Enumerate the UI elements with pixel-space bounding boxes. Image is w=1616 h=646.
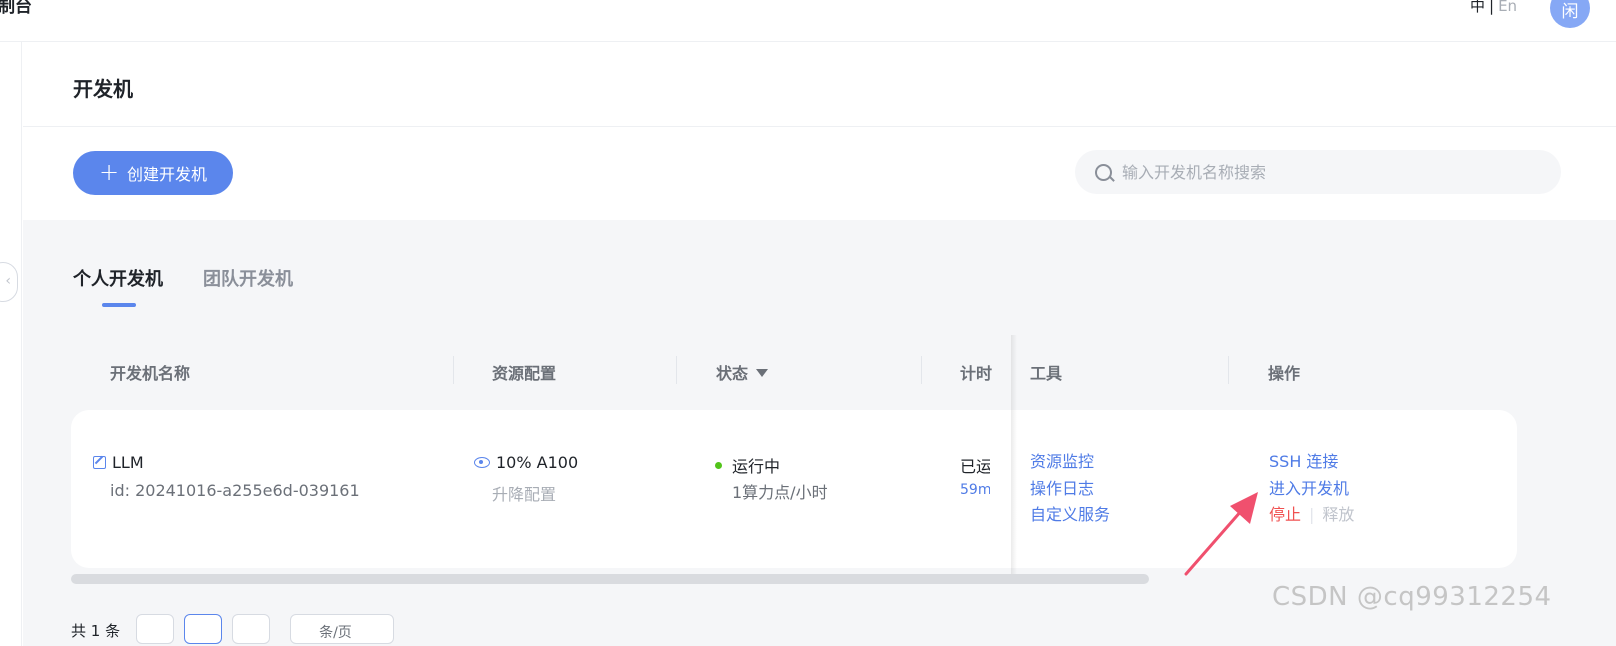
- column-divider[interactable]: [1228, 356, 1229, 384]
- lang-separator: |: [1489, 0, 1495, 15]
- page-header: 开发机: [23, 43, 1616, 127]
- column-divider[interactable]: [453, 356, 454, 384]
- horizontal-scrollbar[interactable]: [71, 574, 1149, 584]
- actions-cell: SSH 连接 进入开发机 停止 | 释放: [1269, 449, 1354, 529]
- edit-icon[interactable]: [93, 456, 106, 469]
- user-avatar[interactable]: 闲: [1550, 0, 1590, 28]
- operation-log-link[interactable]: 操作日志: [1030, 476, 1110, 503]
- page-title: 开发机: [73, 77, 133, 101]
- left-sidebar: [0, 42, 22, 646]
- enter-devbox-link[interactable]: 进入开发机: [1269, 476, 1354, 503]
- resource-monitor-link[interactable]: 资源监控: [1030, 449, 1110, 476]
- pagination: 共 1 条 条/页: [71, 614, 395, 644]
- page-1-button[interactable]: [184, 614, 223, 644]
- running-status-dot: [715, 462, 722, 469]
- tab-team-devbox[interactable]: 团队开发机: [203, 265, 293, 307]
- toolbar: + 创建开发机: [23, 127, 1616, 220]
- annotation-arrow-icon: [1184, 492, 1258, 576]
- lang-en[interactable]: En: [1498, 0, 1517, 15]
- devbox-tabs: 个人开发机 团队开发机: [73, 265, 293, 307]
- resize-config-link[interactable]: 升降配置: [492, 481, 556, 505]
- table-row: LLM id: 20241016-a255e6d-039161 10% A100…: [71, 410, 1517, 568]
- column-header-tools: 工具: [1030, 364, 1063, 383]
- ssh-connect-link[interactable]: SSH 连接: [1269, 449, 1354, 476]
- tab-personal-devbox[interactable]: 个人开发机: [73, 265, 163, 307]
- search-icon: [1095, 163, 1112, 181]
- console-brand: 制台: [0, 0, 32, 17]
- pagination-total: 共 1 条: [71, 622, 121, 640]
- eye-icon[interactable]: [474, 457, 490, 468]
- language-switch[interactable]: 中 | En: [1470, 0, 1517, 16]
- column-header-timer: 计时: [960, 364, 992, 383]
- column-header-status: 状态: [716, 360, 769, 384]
- timer-value: 已运: [960, 457, 990, 476]
- status-text: 运行中: [732, 457, 781, 476]
- devbox-name-cell: LLM: [93, 453, 144, 472]
- status-billing-rate: 1算力点/小时: [732, 483, 828, 502]
- top-bar: 制台 中 | En 闲: [0, 0, 1616, 42]
- prev-page-button[interactable]: [136, 614, 175, 644]
- filter-icon[interactable]: [756, 369, 769, 377]
- action-row-3: 停止 | 释放: [1269, 502, 1354, 529]
- lang-zh[interactable]: 中: [1470, 0, 1485, 15]
- custom-service-link[interactable]: 自定义服务: [1030, 502, 1110, 529]
- create-devbox-button[interactable]: + 创建开发机: [73, 151, 233, 195]
- fixed-column-shadow: [1011, 335, 1017, 577]
- timer-duration: 59m: [960, 482, 990, 498]
- column-divider[interactable]: [921, 356, 922, 384]
- stop-button[interactable]: 停止: [1269, 505, 1301, 524]
- tools-cell: 资源监控 操作日志 自定义服务: [1030, 449, 1110, 529]
- action-separator: |: [1309, 505, 1315, 524]
- status-cell: 运行中: [715, 453, 780, 477]
- column-header-resource: 资源配置: [492, 364, 557, 383]
- devbox-id: id: 20241016-a255e6d-039161: [110, 481, 360, 500]
- plus-icon: +: [98, 158, 120, 186]
- page-size-select[interactable]: 条/页: [290, 614, 395, 644]
- resource-value: 10% A100: [496, 453, 579, 472]
- create-devbox-label: 创建开发机: [127, 165, 208, 184]
- release-button: 释放: [1322, 505, 1355, 524]
- column-divider[interactable]: [676, 356, 677, 384]
- watermark: CSDN @cq99312254: [1272, 582, 1552, 612]
- column-header-status-label: 状态: [716, 364, 749, 383]
- resource-cell: 10% A100: [474, 453, 578, 472]
- search-input[interactable]: [1122, 162, 1542, 182]
- column-header-name: 开发机名称: [110, 364, 191, 383]
- column-header-actions: 操作: [1268, 364, 1301, 383]
- devbox-name: LLM: [112, 453, 144, 472]
- next-page-button[interactable]: [232, 614, 271, 644]
- search-box[interactable]: [1075, 150, 1561, 194]
